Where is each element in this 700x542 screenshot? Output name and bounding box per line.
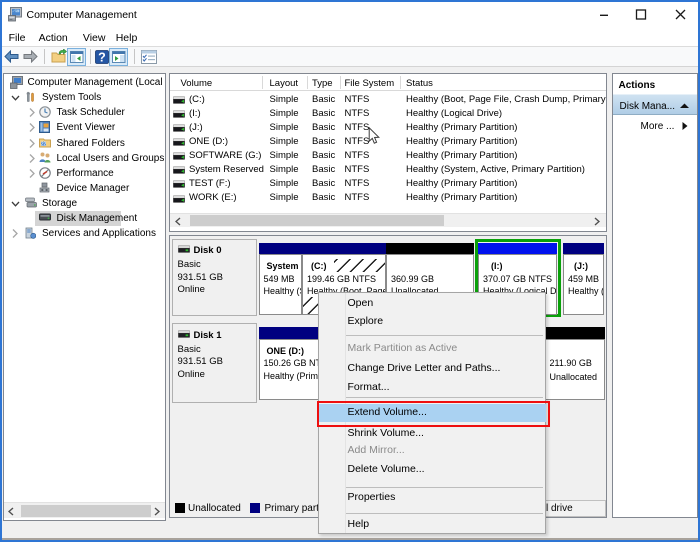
svg-text:?: ? xyxy=(98,50,106,64)
svg-text:22: 22 xyxy=(40,141,46,147)
